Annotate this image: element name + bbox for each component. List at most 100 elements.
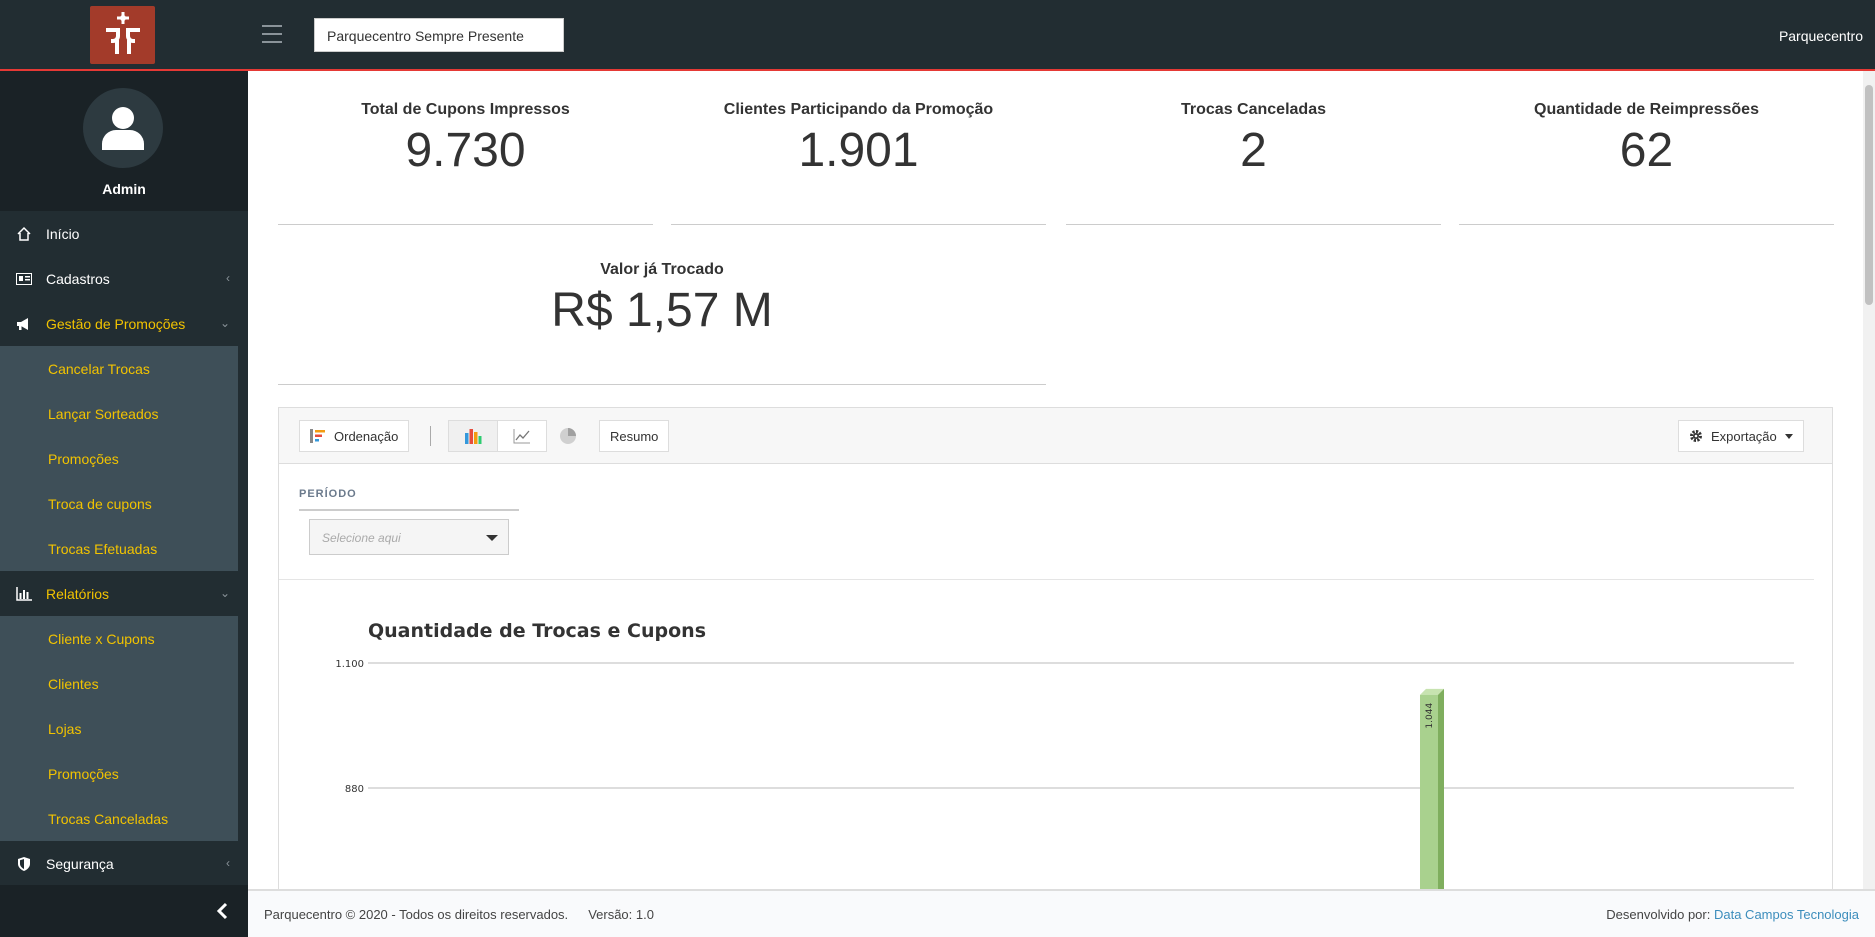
sidebar-item-gestao-promocoes[interactable]: Gestão de Promoções ⌄ <box>0 301 248 346</box>
scrollbar[interactable] <box>1863 71 1875 889</box>
y-tick-label: 1.100 <box>335 659 364 670</box>
sidebar-item-label: Início <box>46 225 80 242</box>
bar-side <box>1438 688 1444 889</box>
chevron-down-icon: ⌄ <box>219 316 230 330</box>
version-text: Versão: 1.0 <box>588 906 654 922</box>
developer-credit: Desenvolvido por: Data Campos Tecnologia <box>1606 907 1859 922</box>
stat-value: 62 <box>1619 124 1674 177</box>
stat-clientes-participando: Clientes Participando da Promoção 1.901 <box>671 101 1046 178</box>
stat-label: Quantidade de Reimpressões <box>1534 101 1759 118</box>
brand-logo[interactable] <box>90 6 155 64</box>
sidebar-item-label: Segurança <box>46 855 114 872</box>
stat-value: 9.730 <box>405 124 526 177</box>
sidebar-item-relatorios[interactable]: Relatórios ⌄ <box>0 571 248 616</box>
copyright-text: Parquecentro © 2020 - Todos os direitos … <box>264 906 569 922</box>
sidebar-menu: Início Cadastros ‹ Gestão de Promoções ⌄… <box>0 211 248 886</box>
submenu-item[interactable]: Promoções <box>0 436 238 481</box>
trocas-cupons-chart: Quantidade de Trocas e Cupons 1.100 880 … <box>335 620 1794 889</box>
chart-bar[interactable]: 1.044 <box>1420 688 1444 889</box>
caret-down-icon <box>1784 433 1793 439</box>
bar-chart-icon <box>16 586 32 602</box>
chevron-left-icon: ‹ <box>226 271 230 285</box>
main-content: Total de Cupons Impressos 9.730 Clientes… <box>248 71 1863 889</box>
periodo-label: PERÍODO <box>299 488 357 500</box>
collapse-sidebar-button[interactable] <box>0 885 248 937</box>
ordenacao-label: Ordenação <box>334 428 399 444</box>
pie-chart-view-button[interactable] <box>547 420 589 452</box>
divider <box>278 224 653 225</box>
sidebar-item-cadastros[interactable]: Cadastros ‹ <box>0 256 248 301</box>
footer: Parquecentro © 2020 - Todos os direitos … <box>248 889 1875 937</box>
sidebar-item-inicio[interactable]: Início <box>0 211 248 256</box>
chevron-down-icon: ⌄ <box>219 586 230 600</box>
stat-trocas-canceladas: Trocas Canceladas 2 <box>1066 101 1441 178</box>
stat-label: Clientes Participando da Promoção <box>723 101 994 118</box>
chevron-left-icon <box>216 902 228 920</box>
bar-chart-view-button[interactable] <box>448 420 498 452</box>
resumo-button[interactable]: Resumo <box>599 420 670 452</box>
user-menu[interactable]: Parquecentro <box>1779 28 1863 44</box>
menu-toggle-icon[interactable] <box>262 25 282 43</box>
developer-prefix: Desenvolvido por: <box>1606 906 1711 922</box>
stat-value: 1.901 <box>798 124 919 177</box>
divider <box>1459 224 1834 225</box>
sort-icon <box>310 429 326 443</box>
divider <box>671 224 1046 225</box>
divider <box>278 384 1046 385</box>
id-card-icon <box>16 271 32 287</box>
sidebar-item-seguranca[interactable]: Segurança ‹ <box>0 841 248 886</box>
ordenacao-button[interactable]: Ordenação <box>299 420 410 452</box>
megaphone-icon <box>16 316 32 332</box>
divider <box>299 509 519 511</box>
periodo-select[interactable]: Selecione aqui <box>309 519 509 555</box>
submenu-item[interactable]: Cliente x Cupons <box>0 616 238 661</box>
exportacao-label: Exportação <box>1711 428 1777 444</box>
stat-valor-trocado: Valor já Trocado R$ 1,57 M <box>278 261 1046 338</box>
stat-label: Trocas Canceladas <box>1181 101 1326 118</box>
chevron-left-icon: ‹ <box>226 856 230 870</box>
organization-field[interactable]: Parquecentro Sempre Presente <box>314 18 564 52</box>
stat-label: Total de Cupons Impressos <box>361 101 570 118</box>
pie-chart-icon <box>560 428 576 444</box>
avatar <box>83 88 163 168</box>
user-panel: Admin <box>0 71 248 211</box>
bar-chart-icon <box>465 429 482 444</box>
divider <box>1066 224 1441 225</box>
submenu-item[interactable]: Trocas Canceladas <box>0 796 238 841</box>
submenu-item[interactable]: Promoções <box>0 751 238 796</box>
logo-icon <box>105 12 140 54</box>
submenu-item[interactable]: Cancelar Trocas <box>0 346 238 391</box>
submenu-gestao-promocoes: Cancelar Trocas Lançar Sorteados Promoçõ… <box>0 346 238 571</box>
submenu-item[interactable]: Clientes <box>0 661 238 706</box>
separator <box>430 426 431 446</box>
stat-label: Valor já Trocado <box>600 261 724 278</box>
report-toolbar: Ordenação Resumo Exportação <box>279 408 1832 464</box>
developer-link[interactable]: Data Campos Tecnologia <box>1714 907 1859 922</box>
sidebar-item-label: Cadastros <box>46 270 110 287</box>
top-navbar: Parquecentro Sempre Presente Parquecentr… <box>0 0 1875 71</box>
sidebar-item-label: Relatórios <box>46 585 110 602</box>
divider <box>279 579 1814 580</box>
submenu-relatorios: Cliente x Cupons Clientes Lojas Promoçõe… <box>0 616 238 841</box>
stat-cupons-impressos: Total de Cupons Impressos 9.730 <box>278 101 653 178</box>
submenu-item[interactable]: Troca de cupons <box>0 481 238 526</box>
submenu-item[interactable]: Lojas <box>0 706 238 751</box>
home-icon <box>16 226 32 242</box>
bar-data-label: 1.044 <box>1425 703 1435 729</box>
submenu-item[interactable]: Lançar Sorteados <box>0 391 238 436</box>
caret-down-icon <box>486 535 498 541</box>
sidebar: Admin Início Cadastros ‹ Gestão de Promo… <box>0 71 248 937</box>
periodo-placeholder: Selecione aqui <box>322 531 401 545</box>
chart-title: Quantidade de Trocas e Cupons <box>368 620 706 642</box>
gear-icon <box>1689 429 1703 443</box>
scrollbar-thumb[interactable] <box>1865 85 1873 305</box>
submenu-item[interactable]: Trocas Efetuadas <box>0 526 238 571</box>
user-name: Admin <box>102 181 146 197</box>
exportacao-button[interactable]: Exportação <box>1678 420 1804 452</box>
line-chart-icon <box>513 429 530 444</box>
sidebar-item-label: Gestão de Promoções <box>46 315 186 332</box>
stat-value: 2 <box>1240 124 1267 177</box>
line-chart-view-button[interactable] <box>497 420 547 452</box>
report-panel: Ordenação Resumo Exportação PERÍODO Sele… <box>278 407 1833 889</box>
user-icon <box>102 107 144 150</box>
